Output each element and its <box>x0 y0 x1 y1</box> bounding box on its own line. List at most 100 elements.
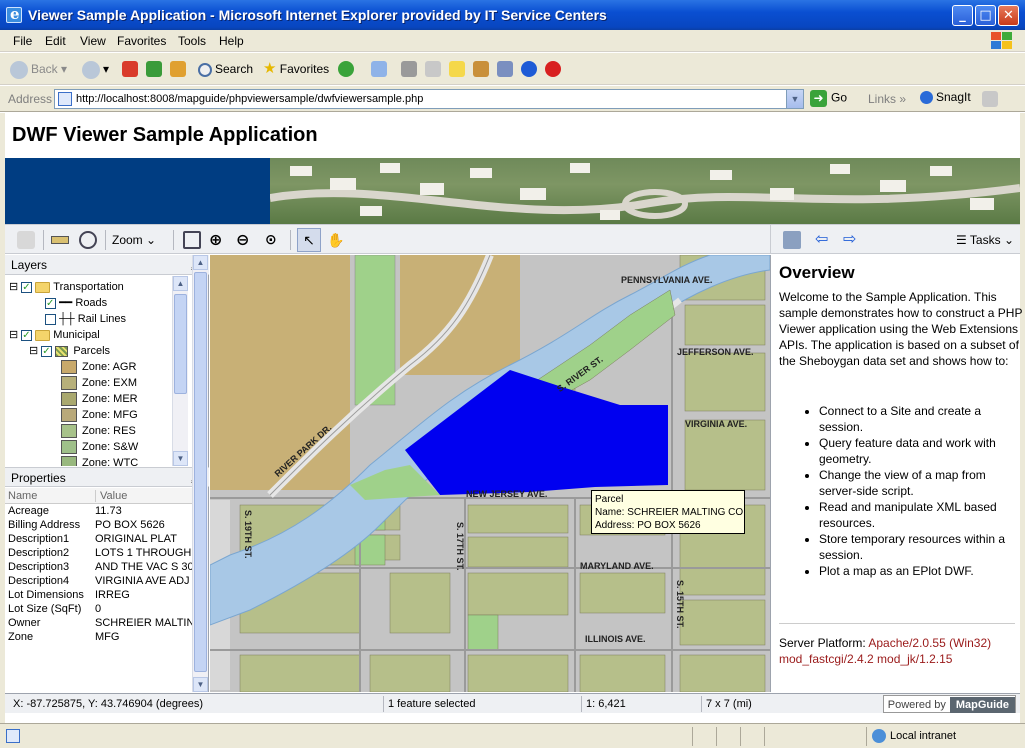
home-icon[interactable] <box>170 61 186 77</box>
page-title: DWF Viewer Sample Application <box>12 124 318 146</box>
address-url[interactable]: http://localhost:8008/mapguide/phpviewer… <box>76 93 423 105</box>
minimize-button[interactable]: _ <box>952 5 973 26</box>
table-row: Billing Address PO BOX 5626 <box>8 519 165 531</box>
layers-scrollbar[interactable]: ▲ ▼ <box>172 276 188 466</box>
address-input[interactable]: http://localhost:8008/mapguide/phpviewer… <box>54 89 804 109</box>
links-button[interactable]: Links » <box>868 92 906 106</box>
tasks-menu-button[interactable]: ☰ Tasks ⌄ <box>956 233 1014 247</box>
messenger-icon[interactable] <box>497 61 513 77</box>
search-button[interactable]: Search <box>198 59 253 79</box>
scroll-up-icon[interactable]: ▲ <box>173 276 188 291</box>
globe-icon <box>872 729 886 743</box>
browser-status-bar: Local intranet <box>0 723 1025 748</box>
layers-header[interactable]: Layers ︽ <box>5 255 209 275</box>
zoom-in-icon[interactable]: ⊕ <box>209 231 227 249</box>
table-row: Zone MFG <box>8 631 120 643</box>
legend-swatch <box>61 360 77 375</box>
scale-readout: 1: 6,421 <box>581 696 626 712</box>
menu-file[interactable]: File <box>13 34 32 48</box>
properties-header[interactable]: Properties ︽ <box>5 467 209 487</box>
list-item: Connect to a Site and create a session. <box>819 403 1019 435</box>
security-zone: Local intranet <box>872 729 956 743</box>
list-item: Plot a map as an EPlot DWF. <box>819 563 1019 579</box>
buffer-icon[interactable] <box>79 231 97 249</box>
banner-blue <box>5 158 270 224</box>
task-forward-icon[interactable]: ⇨ <box>843 231 861 249</box>
print-icon[interactable] <box>401 61 417 77</box>
layer-group-municipal[interactable]: ⊟ Municipal <box>9 327 100 344</box>
layer-checkbox[interactable] <box>21 328 33 344</box>
scroll-up-icon[interactable]: ▲ <box>193 255 208 270</box>
street-label: S. 15TH ST. <box>675 580 685 629</box>
edit-icon[interactable] <box>425 61 441 77</box>
go-arrow-icon: ➜ <box>810 90 827 107</box>
favorites-button[interactable]: ★ Favorites <box>263 59 329 79</box>
research-icon[interactable] <box>473 61 489 77</box>
layer-checkbox[interactable] <box>21 280 33 296</box>
discuss-icon[interactable] <box>449 61 465 77</box>
map-size-readout: 7 x 7 (mi) <box>701 696 752 712</box>
road-line-icon: ━━ <box>59 297 73 309</box>
select-pointer-icon[interactable]: ↖ <box>297 228 321 252</box>
table-row: Acreage 11.73 <box>8 505 122 517</box>
selection-status: 1 feature selected <box>383 696 475 712</box>
left-panel-scrollbar[interactable]: ▲ ▼ <box>192 255 208 692</box>
star-icon: ★ <box>263 60 277 77</box>
task-home-icon[interactable] <box>783 231 801 249</box>
go-button[interactable]: ➜ Go <box>810 90 847 107</box>
divider <box>779 623 1015 624</box>
menu-edit[interactable]: Edit <box>45 34 66 48</box>
layer-checkbox[interactable] <box>41 344 53 360</box>
tooltip-line: Name: SCHREIER MALTING CO <box>595 507 744 518</box>
coordinates-readout: X: -87.725875, Y: 43.746904 (degrees) <box>13 698 203 710</box>
menu-help[interactable]: Help <box>219 34 244 48</box>
measure-icon[interactable] <box>51 236 69 244</box>
server-label: Server Platform: <box>779 636 866 650</box>
stop-icon[interactable] <box>122 61 138 77</box>
table-row: Owner SCHREIER MALTIN <box>8 617 193 629</box>
menu-tools[interactable]: Tools <box>178 34 206 48</box>
status-separator <box>866 727 867 746</box>
street-label: ILLINOIS AVE. <box>585 634 646 644</box>
layer-roads[interactable]: ━━ Roads <box>45 295 107 312</box>
back-button[interactable]: Back ▾ <box>10 59 67 79</box>
history-icon[interactable] <box>338 61 354 77</box>
maximize-button[interactable]: □ <box>975 5 996 26</box>
pan-hand-icon[interactable]: ✋ <box>327 231 345 249</box>
close-button[interactable]: ✕ <box>998 5 1019 26</box>
scroll-down-icon[interactable]: ▼ <box>193 677 208 692</box>
legend-swatch <box>61 408 77 423</box>
address-dropdown-icon[interactable]: ▼ <box>786 90 803 108</box>
legend-swatch <box>61 456 77 466</box>
scroll-down-icon[interactable]: ▼ <box>173 451 188 466</box>
zoom-extents-icon[interactable]: ⊙ <box>265 231 283 249</box>
snagit-capture-icon[interactable] <box>982 91 998 107</box>
task-back-icon[interactable]: ⇦ <box>815 231 833 249</box>
list-item: Read and manipulate XML based resources. <box>819 499 1019 531</box>
scroll-thumb[interactable] <box>174 294 187 394</box>
menu-view[interactable]: View <box>80 34 106 48</box>
refresh-icon[interactable] <box>146 61 162 77</box>
plugin-icon[interactable] <box>545 61 561 77</box>
menu-favorites[interactable]: Favorites <box>117 34 166 48</box>
layer-checkbox[interactable] <box>45 313 56 325</box>
map-canvas[interactable] <box>210 255 770 692</box>
map-view[interactable]: PENNSYLVANIA AVE. JEFFERSON AVE. S. RIVE… <box>210 255 770 692</box>
scroll-thumb[interactable] <box>194 272 207 672</box>
mail-icon[interactable] <box>371 61 387 77</box>
zoom-dropdown[interactable]: Zoom ⌄ <box>112 233 156 247</box>
layer-rail-lines[interactable]: ┼┼ Rail Lines <box>45 311 126 327</box>
bluetooth-icon[interactable] <box>521 61 537 77</box>
legend-swatch <box>61 376 77 391</box>
legend-item: Zone: EXM <box>61 375 137 391</box>
layer-parcels[interactable]: ⊟ Parcels <box>29 343 110 360</box>
forward-button[interactable]: ▾ <box>82 59 109 79</box>
zoom-out-icon[interactable]: ⊖ <box>236 231 254 249</box>
legend-item: Zone: WTC <box>61 455 138 466</box>
print-map-icon[interactable] <box>17 231 35 249</box>
zoom-rectangle-icon[interactable] <box>183 231 201 249</box>
separator <box>173 230 174 250</box>
snagit-button[interactable]: SnagIt <box>920 90 971 105</box>
layer-group-transportation[interactable]: ⊟ Transportation <box>9 279 124 296</box>
layer-checkbox[interactable] <box>45 296 56 312</box>
